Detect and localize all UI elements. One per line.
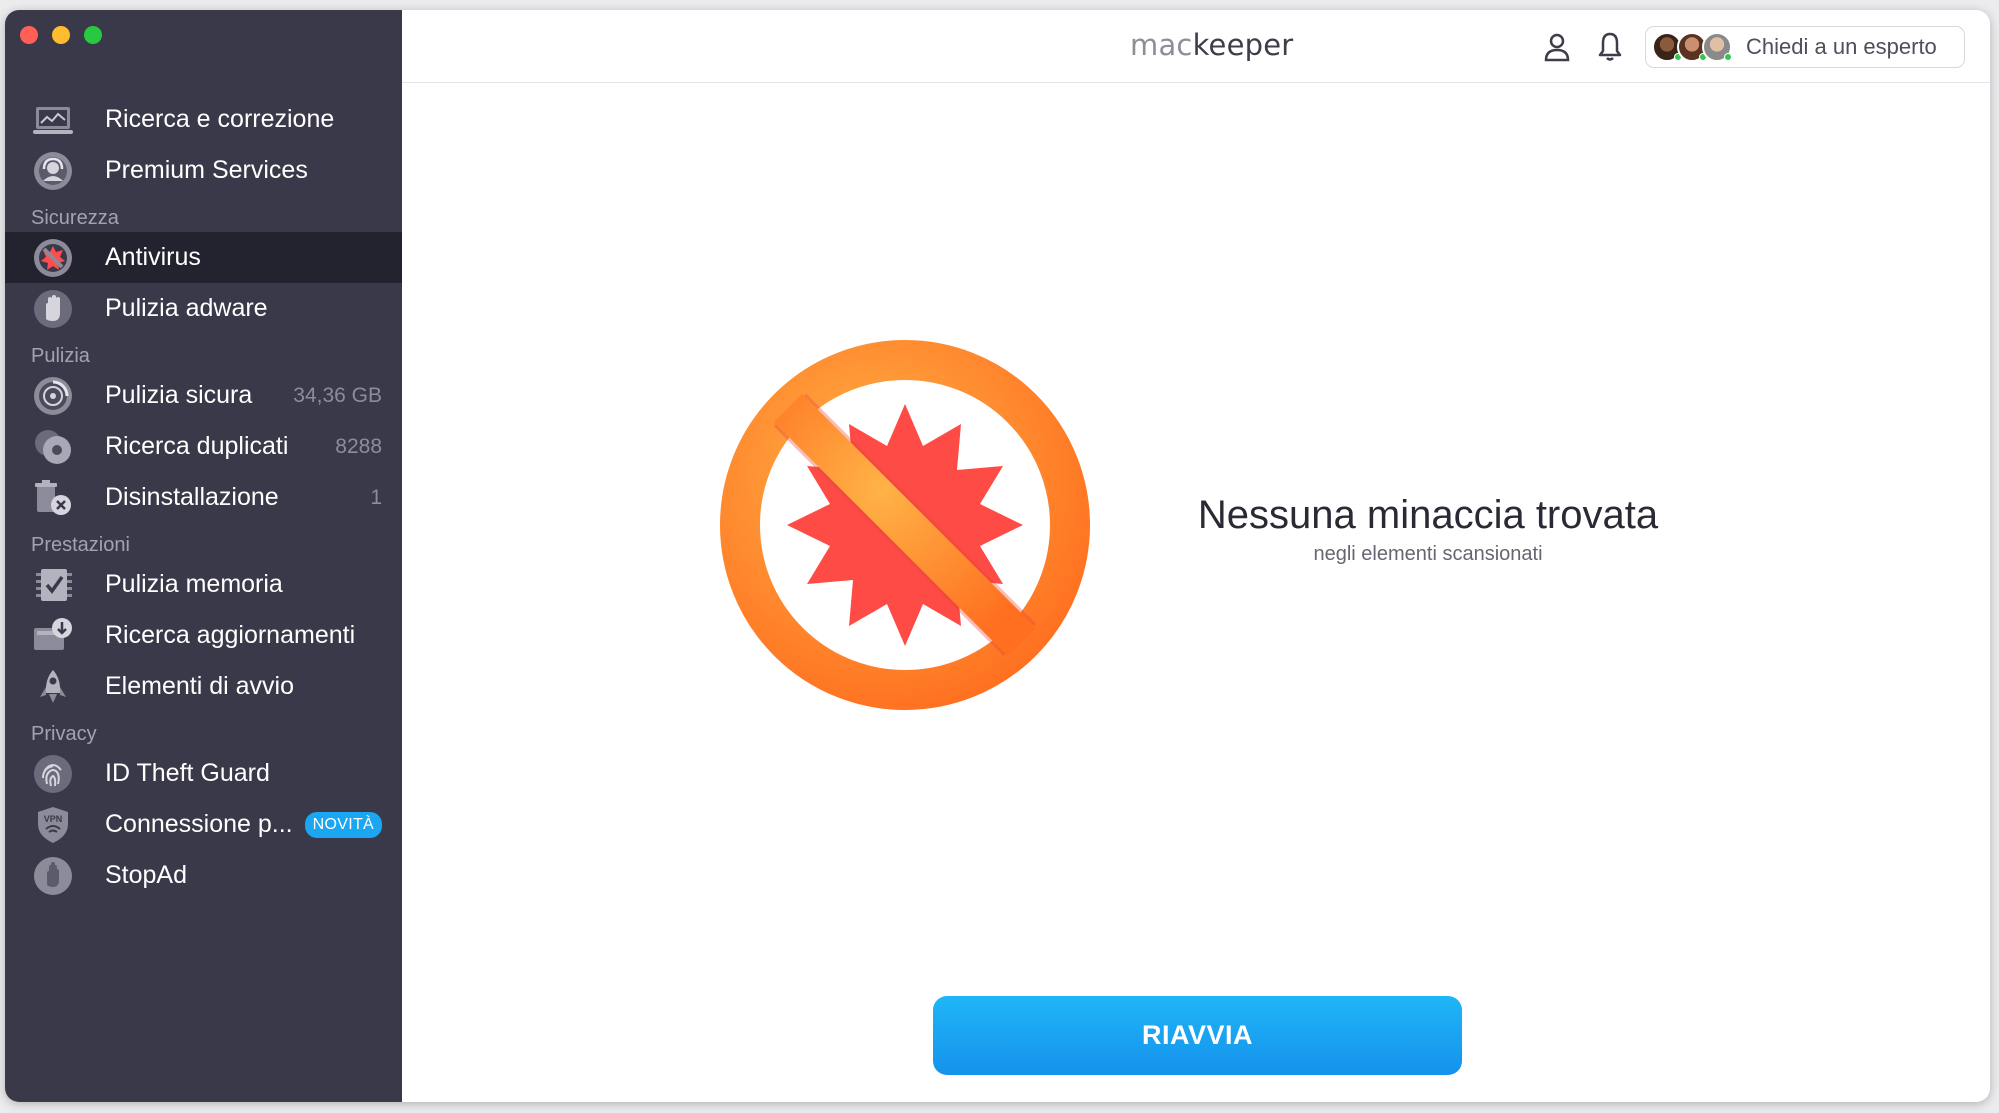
sidebar-item-count: 1 (370, 485, 382, 509)
bell-icon[interactable] (1593, 30, 1627, 64)
maximize-window-button[interactable] (84, 26, 102, 44)
sidebar-item-label: Antivirus (105, 243, 201, 271)
result-subtitle: negli elementi scansionati (1313, 543, 1543, 565)
sidebar-nav: Ricerca e correzione Premium Services Si… (5, 94, 402, 901)
window-controls (20, 26, 102, 44)
close-window-button[interactable] (20, 26, 38, 44)
svg-text:VPN: VPN (44, 814, 63, 824)
fingerprint-icon (31, 752, 75, 796)
sidebar-item-label: Ricerca duplicati (105, 432, 289, 460)
hand-stop-icon (31, 287, 75, 331)
sidebar-item-label: ID Theft Guard (105, 759, 270, 787)
expert-avatars (1652, 32, 1732, 62)
stop-hand-icon (31, 854, 75, 898)
restart-button[interactable]: RIAVVIA (933, 996, 1462, 1075)
uninstall-icon (31, 476, 75, 520)
sidebar-item-id-theft-guard[interactable]: ID Theft Guard (5, 748, 402, 799)
sidebar-item-label: Ricerca e correzione (105, 105, 335, 133)
sidebar-item-label: Disinstallazione (105, 483, 279, 511)
section-label-pulizia: Pulizia (31, 345, 90, 367)
app-window: Ricerca e correzione Premium Services Si… (5, 10, 1990, 1102)
antivirus-icon (31, 236, 75, 280)
duplicates-icon (31, 425, 75, 469)
avatar (1702, 32, 1732, 62)
sidebar-item-pulizia-sicura[interactable]: Pulizia sicura 34,36 GB (5, 370, 402, 421)
support-headset-icon (31, 149, 75, 193)
new-badge: NOVITÀ (304, 811, 382, 838)
sidebar-item-label: Ricerca aggiornamenti (105, 621, 356, 649)
vpn-shield-icon: VPN (31, 803, 75, 847)
memory-check-icon (31, 563, 75, 607)
logo-mac-text: mac (1130, 28, 1193, 62)
laptop-scan-icon (31, 98, 75, 142)
sidebar: Ricerca e correzione Premium Services Si… (5, 10, 402, 1102)
update-download-icon (31, 614, 75, 658)
section-label-prestazioni: Prestazioni (31, 534, 130, 556)
sidebar-item-label: StopAd (105, 861, 188, 889)
sidebar-item-antivirus[interactable]: Antivirus (5, 232, 402, 283)
sidebar-item-pulizia-adware[interactable]: Pulizia adware (5, 283, 402, 334)
sidebar-item-label: Connessione p... (105, 810, 293, 838)
sidebar-item-ricerca-correzione[interactable]: Ricerca e correzione (5, 94, 402, 145)
rocket-icon (31, 665, 75, 709)
section-label-privacy: Privacy (31, 723, 97, 745)
sidebar-item-connessione-privata[interactable]: VPN Connessione p... NOVITÀ (5, 799, 402, 850)
minimize-window-button[interactable] (52, 26, 70, 44)
no-threats-icon (720, 340, 1090, 710)
app-logo: mackeeper (1130, 28, 1293, 62)
result-title: Nessuna minaccia trovata (1197, 493, 1659, 537)
sidebar-item-label: Pulizia sicura (105, 381, 253, 409)
sidebar-item-label: Elementi di avvio (105, 672, 294, 700)
sidebar-item-pulizia-memoria[interactable]: Pulizia memoria (5, 559, 402, 610)
section-label-sicurezza: Sicurezza (31, 207, 119, 229)
sidebar-item-premium-services[interactable]: Premium Services (5, 145, 402, 196)
disk-clean-icon (31, 374, 75, 418)
sidebar-item-label: Pulizia memoria (105, 570, 283, 598)
user-icon[interactable] (1540, 30, 1574, 64)
sidebar-item-label: Pulizia adware (105, 294, 268, 322)
sidebar-item-count: 34,36 GB (293, 383, 382, 407)
sidebar-item-stopad[interactable]: StopAd (5, 850, 402, 901)
sidebar-item-ricerca-duplicati[interactable]: Ricerca duplicati 8288 (5, 421, 402, 472)
sidebar-item-label: Premium Services (105, 156, 308, 184)
sidebar-item-disinstallazione[interactable]: Disinstallazione 1 (5, 472, 402, 523)
sidebar-item-count: 8288 (335, 434, 382, 458)
ask-expert-label: Chiedi a un esperto (1746, 34, 1937, 59)
ask-expert-button[interactable]: Chiedi a un esperto (1645, 26, 1965, 68)
top-bar: mackeeper Chiedi a un esperto (402, 10, 1990, 83)
sidebar-item-ricerca-aggiornamenti[interactable]: Ricerca aggiornamenti (5, 610, 402, 661)
main-content: Nessuna minaccia trovata negli elementi … (402, 83, 1990, 1102)
logo-keeper-text: keeper (1192, 28, 1294, 62)
sidebar-item-elementi-avvio[interactable]: Elementi di avvio (5, 661, 402, 712)
